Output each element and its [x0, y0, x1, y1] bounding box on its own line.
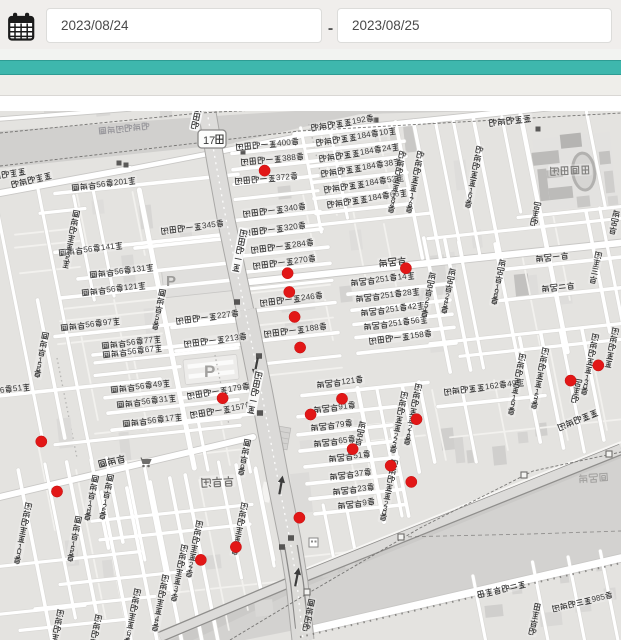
svg-text:P: P [204, 362, 215, 381]
svg-text:17: 17 [203, 135, 215, 147]
svg-text:P: P [166, 273, 176, 290]
